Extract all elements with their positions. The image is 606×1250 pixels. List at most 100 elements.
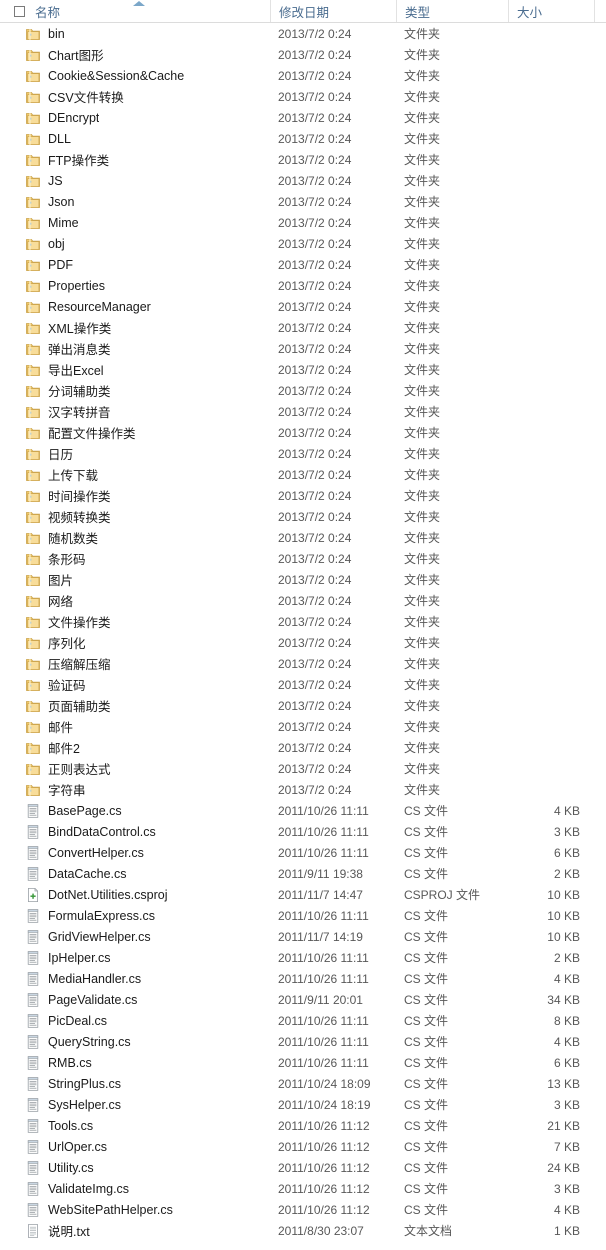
folder-icon bbox=[25, 152, 41, 168]
file-row[interactable]: 验证码 2013/7/2 0:24 文件夹 bbox=[0, 674, 606, 695]
file-row[interactable]: 日历 2013/7/2 0:24 文件夹 bbox=[0, 443, 606, 464]
file-row[interactable]: 压缩解压缩 2013/7/2 0:24 文件夹 bbox=[0, 653, 606, 674]
folder-icon bbox=[25, 194, 41, 210]
file-row[interactable]: Tools.cs 2011/10/26 11:12 CS 文件 21 KB bbox=[0, 1115, 606, 1136]
file-row[interactable]: FormulaExpress.cs 2011/10/26 11:11 CS 文件 10… bbox=[0, 905, 606, 926]
file-date-label: 2013/7/2 0:24 bbox=[278, 194, 352, 209]
folder-icon bbox=[25, 656, 41, 672]
file-date-label: 2013/7/2 0:24 bbox=[278, 509, 352, 524]
file-row[interactable]: ValidateImg.cs 2011/10/26 11:12 CS 文件 3 KB bbox=[0, 1178, 606, 1199]
file-row[interactable]: 网络 2013/7/2 0:24 文件夹 bbox=[0, 590, 606, 611]
file-size-label: 3 KB bbox=[553, 824, 580, 839]
file-row[interactable]: Chart图形 2013/7/2 0:24 文件夹 bbox=[0, 44, 606, 65]
file-row[interactable]: Mime 2013/7/2 0:24 文件夹 bbox=[0, 212, 606, 233]
file-name-label: WebSitePathHelper.cs bbox=[48, 1202, 173, 1217]
file-row[interactable]: BindDataControl.cs 2011/10/26 11:11 CS 文件 3… bbox=[0, 821, 606, 842]
file-row[interactable]: obj 2013/7/2 0:24 文件夹 bbox=[0, 233, 606, 254]
file-name-label: QueryString.cs bbox=[48, 1034, 131, 1049]
column-header-name[interactable]: 名称 bbox=[0, 0, 270, 22]
file-name-cell: obj bbox=[0, 236, 270, 252]
folder-icon bbox=[25, 404, 41, 420]
file-type-label: 文件夹 bbox=[404, 741, 441, 755]
column-header-size[interactable]: 大小 bbox=[508, 0, 594, 22]
file-row[interactable]: 图片 2013/7/2 0:24 文件夹 bbox=[0, 569, 606, 590]
file-type-label: 文件夹 bbox=[404, 27, 441, 41]
sort-ascending-arrow-icon bbox=[133, 1, 145, 6]
select-all-checkbox[interactable] bbox=[14, 5, 25, 17]
file-row[interactable]: Utility.cs 2011/10/26 11:12 CS 文件 24 KB bbox=[0, 1157, 606, 1178]
file-name-cell: Utility.cs bbox=[0, 1160, 270, 1176]
file-name-label: 汉字转拼音 bbox=[48, 406, 111, 420]
file-type-label: 文件夹 bbox=[404, 342, 441, 356]
file-row[interactable]: XML操作类 2013/7/2 0:24 文件夹 bbox=[0, 317, 606, 338]
file-row[interactable]: 页面辅助类 2013/7/2 0:24 文件夹 bbox=[0, 695, 606, 716]
file-row[interactable]: GridViewHelper.cs 2011/11/7 14:19 CS 文件 10 … bbox=[0, 926, 606, 947]
file-row[interactable]: QueryString.cs 2011/10/26 11:11 CS 文件 4 KB bbox=[0, 1031, 606, 1052]
file-row[interactable]: Cookie&Session&Cache 2013/7/2 0:24 文件夹 bbox=[0, 65, 606, 86]
folder-icon bbox=[25, 320, 41, 336]
file-row[interactable]: StringPlus.cs 2011/10/24 18:09 CS 文件 13 KB bbox=[0, 1073, 606, 1094]
file-row[interactable]: 字符串 2013/7/2 0:24 文件夹 bbox=[0, 779, 606, 800]
file-row[interactable]: bin 2013/7/2 0:24 文件夹 bbox=[0, 23, 606, 44]
file-name-cell: DotNet.Utilities.csproj bbox=[0, 887, 270, 903]
file-type-label: 文件夹 bbox=[404, 111, 441, 125]
file-row[interactable]: RMB.cs 2011/10/26 11:11 CS 文件 6 KB bbox=[0, 1052, 606, 1073]
file-type-label: 文件夹 bbox=[404, 300, 441, 314]
file-row[interactable]: IpHelper.cs 2011/10/26 11:11 CS 文件 2 KB bbox=[0, 947, 606, 968]
folder-icon bbox=[25, 740, 41, 756]
column-header-date-label: 修改日期 bbox=[279, 5, 330, 20]
file-row[interactable]: 视频转换类 2013/7/2 0:24 文件夹 bbox=[0, 506, 606, 527]
file-name-cell: 邮件 bbox=[0, 717, 270, 736]
file-row[interactable]: 导出Excel 2013/7/2 0:24 文件夹 bbox=[0, 359, 606, 380]
file-row[interactable]: DLL 2013/7/2 0:24 文件夹 bbox=[0, 128, 606, 149]
file-row[interactable]: DEncrypt 2013/7/2 0:24 文件夹 bbox=[0, 107, 606, 128]
file-row[interactable]: 随机数类 2013/7/2 0:24 文件夹 bbox=[0, 527, 606, 548]
file-row[interactable]: 邮件 2013/7/2 0:24 文件夹 bbox=[0, 716, 606, 737]
file-row[interactable]: DataCache.cs 2011/9/11 19:38 CS 文件 2 KB bbox=[0, 863, 606, 884]
folder-icon bbox=[25, 425, 41, 441]
column-header-filler bbox=[594, 0, 606, 22]
file-row[interactable]: CSV文件转换 2013/7/2 0:24 文件夹 bbox=[0, 86, 606, 107]
file-type-label: 文件夹 bbox=[404, 531, 441, 545]
file-type-label: CSPROJ 文件 bbox=[404, 888, 481, 902]
file-row[interactable]: 邮件2 2013/7/2 0:24 文件夹 bbox=[0, 737, 606, 758]
file-name-label: bin bbox=[48, 26, 65, 41]
file-row[interactable]: ConvertHelper.cs 2011/10/26 11:11 CS 文件 6 K… bbox=[0, 842, 606, 863]
column-header-type[interactable]: 类型 bbox=[396, 0, 508, 22]
file-name-cell: 压缩解压缩 bbox=[0, 654, 270, 673]
file-row[interactable]: 配置文件操作类 2013/7/2 0:24 文件夹 bbox=[0, 422, 606, 443]
file-row[interactable]: SysHelper.cs 2011/10/24 18:19 CS 文件 3 KB bbox=[0, 1094, 606, 1115]
column-header-date[interactable]: 修改日期 bbox=[270, 0, 396, 22]
file-row[interactable]: 文件操作类 2013/7/2 0:24 文件夹 bbox=[0, 611, 606, 632]
cs-file-icon bbox=[25, 1202, 41, 1218]
file-row[interactable]: PageValidate.cs 2011/9/11 20:01 CS 文件 34 KB bbox=[0, 989, 606, 1010]
file-row[interactable]: JS 2013/7/2 0:24 文件夹 bbox=[0, 170, 606, 191]
file-row[interactable]: PicDeal.cs 2011/10/26 11:11 CS 文件 8 KB bbox=[0, 1010, 606, 1031]
file-row[interactable]: DotNet.Utilities.csproj 2011/11/7 14:47 CS… bbox=[0, 884, 606, 905]
file-row[interactable]: 上传下载 2013/7/2 0:24 文件夹 bbox=[0, 464, 606, 485]
file-row[interactable]: Json 2013/7/2 0:24 文件夹 bbox=[0, 191, 606, 212]
file-row[interactable]: FTP操作类 2013/7/2 0:24 文件夹 bbox=[0, 149, 606, 170]
file-date-label: 2013/7/2 0:24 bbox=[278, 782, 352, 797]
file-row[interactable]: PDF 2013/7/2 0:24 文件夹 bbox=[0, 254, 606, 275]
file-date-label: 2013/7/2 0:24 bbox=[278, 320, 352, 335]
file-row[interactable]: 弹出消息类 2013/7/2 0:24 文件夹 bbox=[0, 338, 606, 359]
file-row[interactable]: 说明.txt 2011/8/30 23:07 文本文档 1 KB bbox=[0, 1220, 606, 1241]
file-type-label: 文件夹 bbox=[404, 720, 441, 734]
file-name-label: 导出Excel bbox=[48, 364, 104, 378]
file-row[interactable]: UrlOper.cs 2011/10/26 11:12 CS 文件 7 KB bbox=[0, 1136, 606, 1157]
file-date-label: 2013/7/2 0:24 bbox=[278, 761, 352, 776]
file-row[interactable]: WebSitePathHelper.cs 2011/10/26 11:12 CS 文… bbox=[0, 1199, 606, 1220]
file-row[interactable]: Properties 2013/7/2 0:24 文件夹 bbox=[0, 275, 606, 296]
file-date-label: 2013/7/2 0:24 bbox=[278, 257, 352, 272]
file-row[interactable]: 汉字转拼音 2013/7/2 0:24 文件夹 bbox=[0, 401, 606, 422]
file-row[interactable]: 正则表达式 2013/7/2 0:24 文件夹 bbox=[0, 758, 606, 779]
file-row[interactable]: 序列化 2013/7/2 0:24 文件夹 bbox=[0, 632, 606, 653]
file-date-label: 2011/10/26 11:12 bbox=[278, 1139, 370, 1154]
file-row[interactable]: ResourceManager 2013/7/2 0:24 文件夹 bbox=[0, 296, 606, 317]
file-row[interactable]: 时间操作类 2013/7/2 0:24 文件夹 bbox=[0, 485, 606, 506]
file-row[interactable]: 条形码 2013/7/2 0:24 文件夹 bbox=[0, 548, 606, 569]
file-row[interactable]: BasePage.cs 2011/10/26 11:11 CS 文件 4 KB bbox=[0, 800, 606, 821]
file-row[interactable]: MediaHandler.cs 2011/10/26 11:11 CS 文件 4 KB bbox=[0, 968, 606, 989]
file-row[interactable]: 分词辅助类 2013/7/2 0:24 文件夹 bbox=[0, 380, 606, 401]
